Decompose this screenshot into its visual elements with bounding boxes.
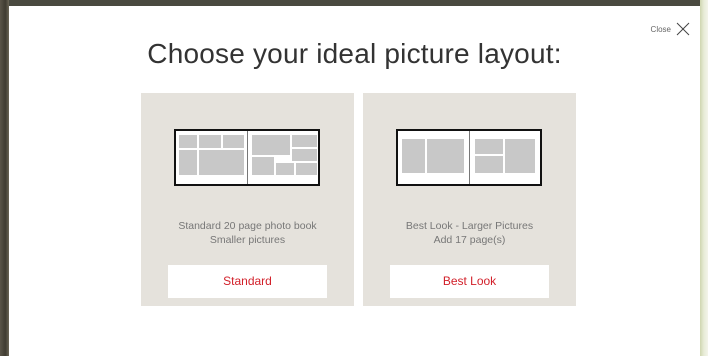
best-look-description-line2: Add 17 page(s) [433,234,506,246]
best-look-description-line1: Best Look - Larger Pictures [405,220,534,232]
dialog-title: Choose your ideal picture layout: [147,38,562,69]
standard-layout-card[interactable]: Standard 20 page photo book Smaller pict… [141,93,354,306]
close-icon[interactable] [676,22,690,36]
standard-description: Standard 20 page photo book Smaller pict… [141,219,354,247]
standard-description-line2: Smaller pictures [209,234,286,246]
close-label: Close [650,24,671,34]
layout-dialog: Close Choose your ideal picture layout: [9,6,700,356]
standard-description-line1: Standard 20 page photo book [178,220,317,232]
best-look-button[interactable]: Best Look [390,265,549,298]
best-look-layout-card[interactable]: Best Look - Larger Pictures Add 17 page(… [363,93,576,306]
standard-layout-preview [174,129,320,186]
standard-button[interactable]: Standard [168,265,327,298]
best-look-layout-preview [396,129,542,186]
close-button[interactable]: Close [651,22,690,36]
best-look-description: Best Look - Larger Pictures Add 17 page(… [363,219,576,247]
background-edge-right [700,0,708,356]
background-edge-left [0,0,9,356]
